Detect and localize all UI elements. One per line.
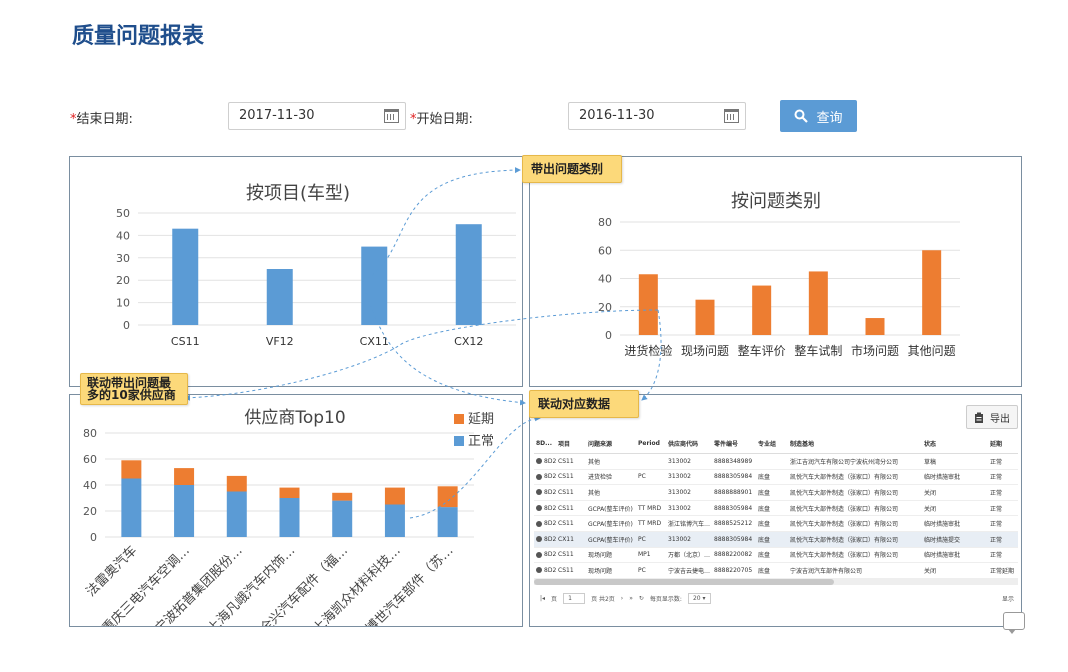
- arrow-supplier-to-data: [409, 415, 541, 519]
- arrow-to-supplier: [184, 309, 659, 401]
- callout-supplier: 联动带出问题最 多的10家供应商: [80, 373, 188, 405]
- callout-data: 联动对应数据: [529, 390, 639, 418]
- arrow-to-data: [361, 281, 526, 406]
- chat-bubble-icon[interactable]: [1003, 612, 1025, 634]
- connector-arrows: [184, 167, 662, 519]
- arrow-to-category: [361, 167, 521, 283]
- arrow-category-to-data: [641, 309, 662, 401]
- callout-category: 带出问题类别: [522, 155, 622, 183]
